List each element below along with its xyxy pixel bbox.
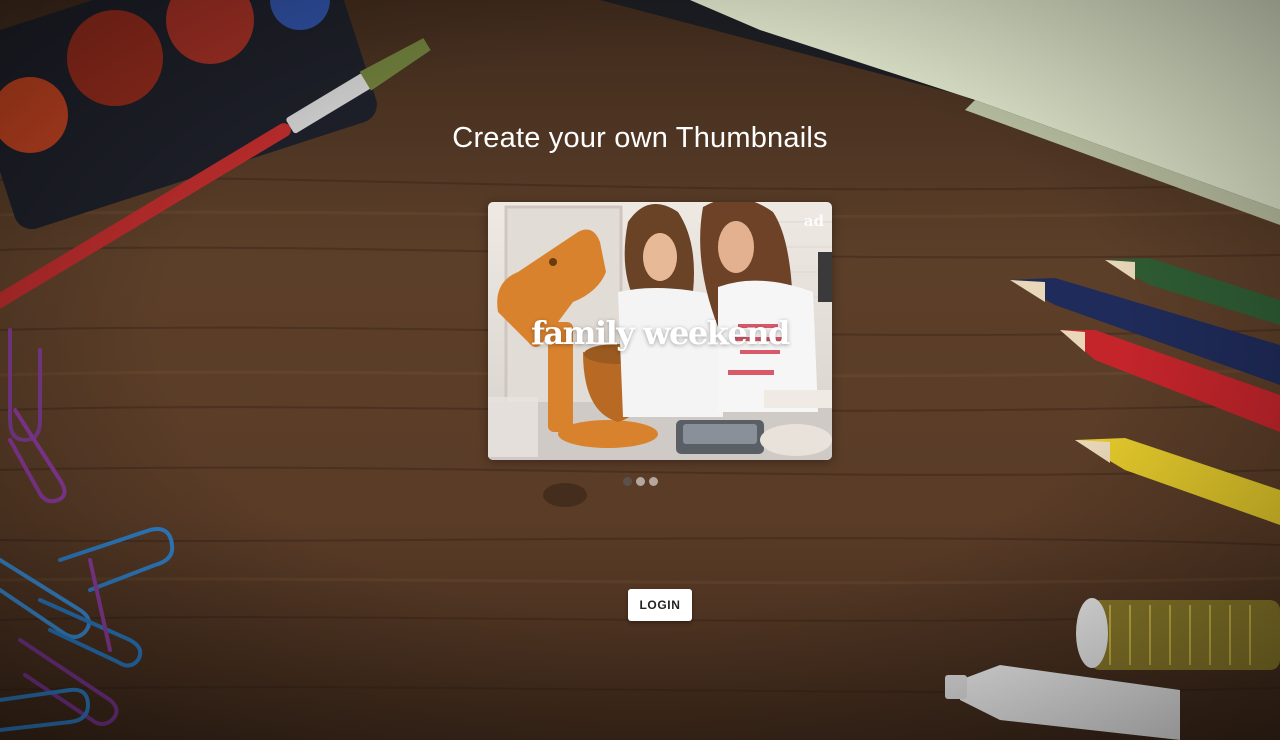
carousel-dot-2[interactable] bbox=[635, 477, 645, 486]
landing-page: Create your own Thumbnails family weeken… bbox=[0, 0, 1280, 740]
thumbnail-carousel[interactable]: family weekend ad bbox=[488, 202, 832, 460]
slide-caption: family weekend bbox=[531, 314, 790, 352]
slide-badge: ad bbox=[803, 212, 824, 230]
carousel-dot-3[interactable] bbox=[648, 477, 658, 486]
page-title: Create your own Thumbnails bbox=[452, 122, 828, 154]
login-button[interactable]: LOGIN bbox=[628, 589, 692, 621]
carousel-pagination bbox=[0, 477, 1280, 486]
carousel-dot-1[interactable] bbox=[622, 477, 632, 486]
